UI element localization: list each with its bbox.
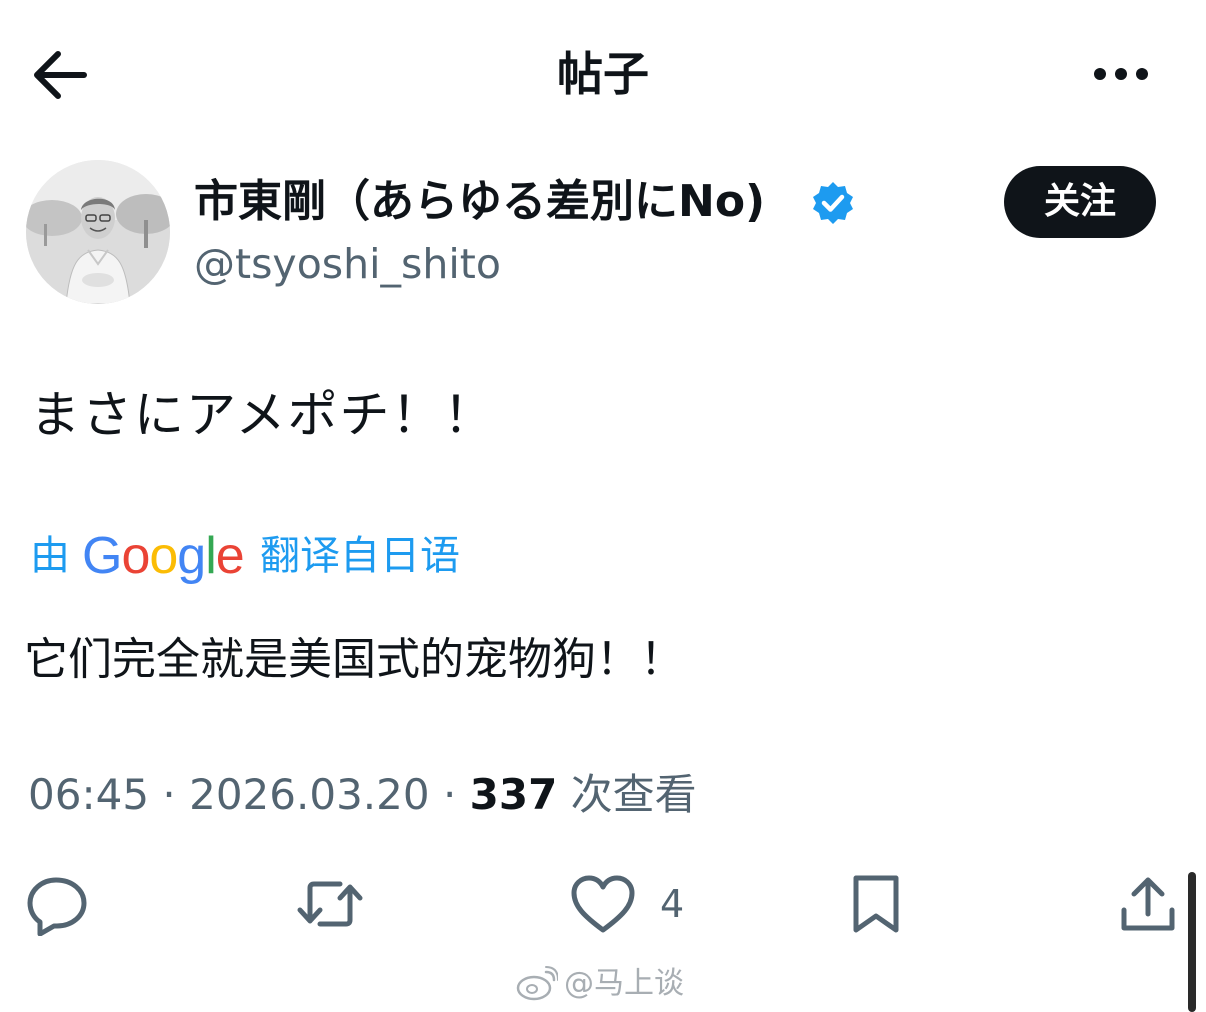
bookmark-button[interactable] (848, 872, 904, 936)
meta-separator: · (429, 770, 470, 819)
scrollbar[interactable] (1188, 872, 1196, 1012)
share-icon (1121, 877, 1175, 931)
user-handle[interactable]: @tsyoshi_shito (194, 236, 501, 292)
follow-button[interactable]: 关注 (1004, 166, 1156, 238)
like-icon (571, 875, 635, 933)
meta-separator: · (149, 770, 190, 819)
post-meta: 06:45 · 2026.03.20 · 337 次查看 (28, 766, 697, 824)
post-date[interactable]: 2026.03.20 (189, 770, 429, 819)
like-button[interactable] (570, 872, 636, 936)
more-horizontal-icon (1094, 68, 1148, 80)
reply-button[interactable] (26, 872, 90, 936)
repost-button[interactable] (296, 872, 364, 936)
post-time[interactable]: 06:45 (28, 770, 149, 819)
post-header: 帖子 (0, 0, 1206, 150)
more-options-button[interactable] (1086, 54, 1156, 94)
page-title: 帖子 (557, 47, 649, 101)
translation-by-label: 由 (30, 533, 70, 579)
bookmark-icon (853, 875, 899, 933)
weibo-logo-icon (516, 966, 558, 1001)
watermark-text: @马上谈 (564, 966, 684, 1001)
display-name[interactable]: 市東剛（あらゆる差別にNo) (194, 172, 765, 232)
share-button[interactable] (1118, 872, 1178, 936)
repost-icon (297, 881, 363, 927)
avatar[interactable] (26, 160, 170, 304)
post-text: まさにアメポチ！！ (30, 386, 496, 444)
views-count: 337 (469, 770, 558, 819)
like-count: 4 (660, 882, 685, 926)
translated-text: 它们完全就是美国式的宠物狗！！ (24, 634, 684, 685)
google-logo: Google (82, 527, 245, 585)
reply-icon (27, 877, 87, 936)
avatar-photo (26, 160, 170, 304)
translated-from-link[interactable]: 翻译自日语 (260, 526, 460, 586)
verified-badge-icon (810, 180, 856, 226)
views-label: 次查看 (557, 770, 697, 819)
